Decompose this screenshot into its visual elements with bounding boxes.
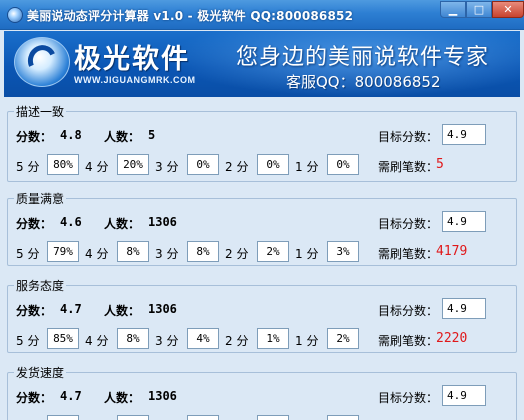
group-title: 描述一致	[14, 103, 67, 120]
star2-label: 2 分	[225, 334, 249, 348]
star4-input[interactable]: 8%	[117, 328, 149, 349]
score-label: 分数：	[16, 391, 53, 405]
need-label: 需刷笔数：	[378, 247, 439, 261]
star1-label: 1 分	[295, 334, 319, 348]
group-title: 服务态度	[14, 277, 67, 294]
minimize-button[interactable]: ▁	[440, 1, 466, 18]
star5-input[interactable]	[47, 415, 79, 420]
target-label: 目标分数：	[378, 304, 439, 318]
target-label: 目标分数：	[378, 217, 439, 231]
star2-input[interactable]: 0%	[257, 154, 289, 175]
star5-label: 5 分	[16, 247, 40, 261]
target-input[interactable]: 4.9	[442, 298, 486, 319]
score-label: 分数：	[16, 130, 53, 144]
score-label: 分数：	[16, 304, 53, 318]
group-shipping: 发货速度 分数： 4.7 人数： 1306 目标分数： 4.9 5 分 4 分 …	[7, 364, 517, 420]
need-label: 需刷笔数：	[378, 334, 439, 348]
star4-input[interactable]: 20%	[117, 154, 149, 175]
star1-label: 1 分	[295, 160, 319, 174]
count-label: 人数：	[104, 130, 141, 144]
star4-label: 4 分	[85, 247, 109, 261]
star4-label: 4 分	[85, 334, 109, 348]
score-label: 分数：	[16, 217, 53, 231]
score-value: 4.7	[60, 389, 82, 403]
title-bar: 美丽说动态评分计算器 v1.0 - 极光软件 QQ:800086852 ▁ □ …	[0, 0, 524, 30]
star5-input[interactable]: 85%	[47, 328, 79, 349]
star1-input[interactable]: 2%	[327, 328, 359, 349]
score-value: 4.8	[60, 128, 82, 142]
score-value: 4.6	[60, 215, 82, 229]
target-input[interactable]: 4.9	[442, 385, 486, 406]
star2-input[interactable]	[257, 415, 289, 420]
group-description: 描述一致 分数： 4.8 人数： 5 目标分数： 4.9 5 分 80% 4 分…	[7, 103, 517, 182]
star3-label: 3 分	[155, 334, 179, 348]
group-title: 质量满意	[14, 190, 67, 207]
need-value: 2220	[436, 331, 468, 346]
group-title: 发货速度	[14, 364, 67, 381]
group-service: 服务态度 分数： 4.7 人数： 1306 目标分数： 4.9 5 分 85% …	[7, 277, 517, 353]
need-value: 4179	[436, 244, 468, 259]
star2-input[interactable]: 1%	[257, 328, 289, 349]
count-label: 人数：	[104, 391, 141, 405]
star1-input[interactable]: 3%	[327, 241, 359, 262]
star3-input[interactable]	[187, 415, 219, 420]
star4-input[interactable]	[117, 415, 149, 420]
banner: 极光软件 WWW.JIGUANGMRK.COM 您身边的美丽说软件专家 客服QQ…	[4, 31, 520, 97]
maximize-button[interactable]: □	[466, 1, 492, 18]
star2-label: 2 分	[225, 247, 249, 261]
star1-input[interactable]: 0%	[327, 154, 359, 175]
target-label: 目标分数：	[378, 391, 439, 405]
target-input[interactable]: 4.9	[442, 211, 486, 232]
star5-label: 5 分	[16, 160, 40, 174]
star1-input[interactable]	[327, 415, 359, 420]
slogan: 您身边的美丽说软件专家	[236, 45, 490, 70]
star3-input[interactable]: 0%	[187, 154, 219, 175]
count-value: 1306	[148, 215, 177, 229]
target-label: 目标分数：	[378, 130, 439, 144]
star4-input[interactable]: 8%	[117, 241, 149, 262]
need-value: 5	[436, 157, 444, 172]
star3-input[interactable]: 4%	[187, 328, 219, 349]
need-label: 需刷笔数：	[378, 160, 439, 174]
star5-label: 5 分	[16, 334, 40, 348]
star1-label: 1 分	[295, 247, 319, 261]
star4-label: 4 分	[85, 160, 109, 174]
count-value: 5	[148, 128, 156, 142]
star5-input[interactable]: 80%	[47, 154, 79, 175]
star3-label: 3 分	[155, 160, 179, 174]
star2-input[interactable]: 2%	[257, 241, 289, 262]
target-input[interactable]: 4.9	[442, 124, 486, 145]
count-label: 人数：	[104, 217, 141, 231]
window-title: 美丽说动态评分计算器 v1.0 - 极光软件 QQ:800086852	[27, 9, 354, 23]
count-label: 人数：	[104, 304, 141, 318]
star2-label: 2 分	[225, 160, 249, 174]
service-qq: 客服QQ：800086852	[286, 73, 441, 91]
close-button[interactable]: ✕	[492, 1, 524, 18]
score-value: 4.7	[60, 302, 82, 316]
star3-input[interactable]: 8%	[187, 241, 219, 262]
brand-url: WWW.JIGUANGMRK.COM	[74, 75, 196, 85]
group-quality: 质量满意 分数： 4.6 人数： 1306 目标分数： 4.9 5 分 79% …	[7, 190, 517, 266]
count-value: 1306	[148, 389, 177, 403]
brand-name: 极光软件	[74, 44, 190, 75]
star5-input[interactable]: 79%	[47, 241, 79, 262]
star3-label: 3 分	[155, 247, 179, 261]
app-icon	[7, 7, 23, 23]
count-value: 1306	[148, 302, 177, 316]
